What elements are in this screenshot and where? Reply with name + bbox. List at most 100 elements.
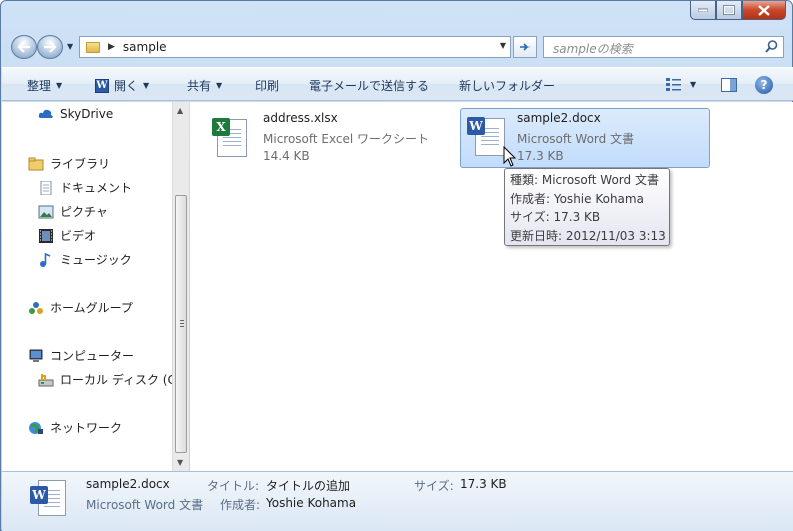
nav-item-network[interactable]: ネットワーク xyxy=(28,419,122,436)
hard-drive-icon xyxy=(38,373,54,386)
file-list: X address.xlsx Microsoft Excel ワークシート 14… xyxy=(190,102,793,471)
computer-icon xyxy=(29,349,43,362)
details-file-type: Microsoft Word 文書 xyxy=(86,498,204,512)
nav-item-documents[interactable]: ドキュメント xyxy=(38,179,132,196)
nav-item-homegroup[interactable]: ホームグループ xyxy=(28,299,133,316)
file-name: sample2.docx xyxy=(517,111,601,125)
arrow-left-icon xyxy=(17,41,30,53)
nav-scrollbar[interactable]: ▲ ▼ xyxy=(172,102,189,471)
search-icon[interactable] xyxy=(765,40,778,53)
mouse-cursor-icon xyxy=(503,146,517,167)
close-icon xyxy=(758,4,770,16)
chevron-down-icon: ▼ xyxy=(216,81,223,90)
email-label: 電子メールで送信する xyxy=(309,79,430,93)
organize-label: 整理 xyxy=(27,79,52,93)
breadcrumb-path[interactable]: sample xyxy=(123,40,167,54)
file-info-tooltip: 種類: Microsoft Word 文書 作成者: Yoshie Kohama… xyxy=(504,168,670,246)
arrow-right-icon xyxy=(44,41,57,53)
preview-pane-icon[interactable] xyxy=(721,78,737,92)
caption-buttons xyxy=(690,1,786,21)
nav-item-music[interactable]: ミュージック xyxy=(38,251,132,268)
breadcrumb-chevron-icon[interactable]: ▶ xyxy=(108,42,115,52)
refresh-icon xyxy=(520,43,530,51)
details-author-label: 作成者: xyxy=(220,498,261,512)
maximize-icon xyxy=(723,5,735,15)
details-author-value[interactable]: Yoshie Kohama xyxy=(266,496,356,510)
back-button[interactable] xyxy=(11,35,37,59)
details-word-icon: W xyxy=(30,478,66,522)
search-input[interactable]: sampleの検索 xyxy=(553,40,633,57)
file-item-sample2-docx[interactable]: W sample2.docx Microsoft Word 文書 17.3 KB xyxy=(460,108,710,168)
scroll-up-icon[interactable]: ▲ xyxy=(177,106,183,115)
scroll-thumb[interactable] xyxy=(175,195,187,453)
view-dropdown-icon[interactable]: ▼ xyxy=(690,80,696,89)
excel-icon: X xyxy=(212,118,230,136)
change-view-icon[interactable] xyxy=(666,78,682,92)
forward-button[interactable] xyxy=(37,35,63,59)
homegroup-icon xyxy=(29,301,43,314)
documents-icon xyxy=(40,180,52,195)
word-icon: W xyxy=(30,486,48,504)
details-title-label: タイトル: xyxy=(207,479,260,493)
print-button[interactable]: 印刷 xyxy=(255,77,279,94)
nav-item-videos[interactable]: ビデオ xyxy=(38,227,96,244)
nav-item-label: ミュージック xyxy=(60,253,132,267)
network-icon xyxy=(29,421,43,434)
file-item-address-xlsx[interactable]: X address.xlsx Microsoft Excel ワークシート 14… xyxy=(208,108,458,168)
close-button[interactable] xyxy=(742,1,786,20)
organize-menu[interactable]: 整理 ▼ xyxy=(27,77,62,94)
grip-icon xyxy=(180,320,184,327)
share-menu[interactable]: 共有 ▼ xyxy=(187,77,222,94)
tooltip-modified: 更新日時: 2012/11/03 3:13 xyxy=(510,228,666,243)
command-bar: 整理 ▼ W 開く ▼ 共有 ▼ 印刷 電子メールで送信する 新しいフォルダー ▼ ? xyxy=(2,67,793,101)
chevron-down-icon: ▼ xyxy=(56,81,63,90)
maximize-button[interactable] xyxy=(716,1,742,20)
file-type: Microsoft Word 文書 xyxy=(517,132,635,146)
tooltip-size: サイズ: 17.3 KB xyxy=(510,210,601,224)
navigation-pane: SkyDrive ライブラリ ドキュメント ピクチャ ビデオ ミュージック ホー… xyxy=(2,102,189,471)
nav-item-label: コンピューター xyxy=(50,349,135,363)
nav-item-label: ホームグループ xyxy=(50,301,133,315)
explorer-window: ▼ ▶ sample ▼ sampleの検索 整理 ▼ W 開く ▼ 共有 ▼ 印刷 … xyxy=(0,0,793,531)
address-bar[interactable]: ▶ sample ▼ xyxy=(79,36,511,58)
nav-item-label: ピクチャ xyxy=(60,205,108,219)
chevron-down-icon: ▼ xyxy=(143,81,150,90)
search-box[interactable]: sampleの検索 xyxy=(543,36,784,58)
scroll-down-icon[interactable]: ▼ xyxy=(177,458,183,467)
library-icon xyxy=(28,157,44,170)
music-icon xyxy=(40,252,51,267)
nav-item-pictures[interactable]: ピクチャ xyxy=(38,203,108,220)
minimize-icon xyxy=(698,8,708,12)
nav-item-label: ネットワーク xyxy=(50,421,123,435)
nav-item-computer[interactable]: コンピューター xyxy=(28,347,134,364)
tooltip-author: 作成者: Yoshie Kohama xyxy=(510,191,644,206)
nav-item-label: ライブラリ xyxy=(50,157,111,171)
details-file-name: sample2.docx xyxy=(86,477,170,491)
file-type: Microsoft Excel ワークシート xyxy=(263,132,430,146)
address-history-dropdown-icon[interactable]: ▼ xyxy=(500,41,506,50)
file-name: address.xlsx xyxy=(263,111,338,125)
word-icon: W xyxy=(467,117,485,135)
nav-item-skydrive[interactable]: SkyDrive xyxy=(38,107,113,121)
details-title-value[interactable]: タイトルの追加 xyxy=(266,477,350,494)
new-folder-label: 新しいフォルダー xyxy=(459,79,556,93)
new-folder-button[interactable]: 新しいフォルダー xyxy=(459,77,555,94)
refresh-button[interactable] xyxy=(513,36,537,58)
email-button[interactable]: 電子メールで送信する xyxy=(309,77,429,94)
tooltip-type: 種類: Microsoft Word 文書 xyxy=(510,173,659,187)
open-menu[interactable]: W 開く ▼ xyxy=(95,77,149,94)
file-size: 14.4 KB xyxy=(263,149,310,163)
nav-item-local-disk[interactable]: ローカル ディスク (C xyxy=(38,371,174,388)
nav-item-libraries[interactable]: ライブラリ xyxy=(28,155,110,172)
help-icon[interactable]: ? xyxy=(755,76,773,94)
share-label: 共有 xyxy=(187,79,212,93)
folder-icon xyxy=(86,41,100,53)
cloud-icon xyxy=(38,109,53,118)
nav-item-label: ビデオ xyxy=(60,229,97,243)
recent-pages-dropdown-icon[interactable]: ▼ xyxy=(67,42,73,51)
print-label: 印刷 xyxy=(255,79,280,93)
word-icon: W xyxy=(95,78,109,93)
nav-item-label: ドキュメント xyxy=(60,181,133,195)
details-size-label: サイズ: xyxy=(414,479,454,493)
minimize-button[interactable] xyxy=(690,1,716,20)
